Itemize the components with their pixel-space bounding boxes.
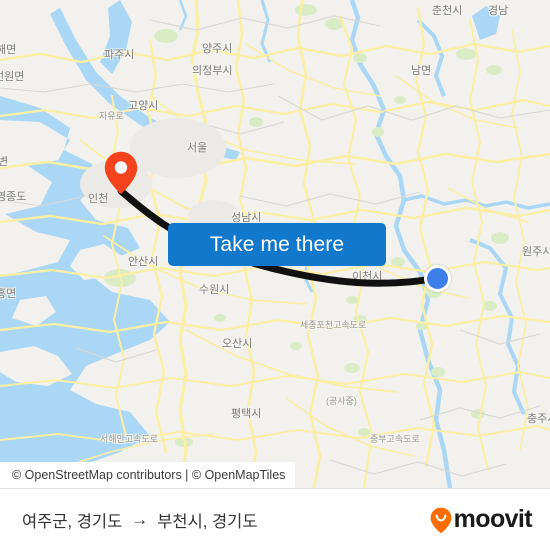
map-canvas[interactable]: 춘천시경남해면파주시양주시선원면의정부시남면고양시자유로서울변인천영종도성남시안… [0, 0, 550, 488]
route-summary: 여주군, 경기도 → 부천시, 경기도 [22, 508, 258, 532]
route-destination-label: 부천시, 경기도 [157, 512, 258, 531]
take-me-there-button[interactable]: Take me there [168, 223, 386, 266]
arrow-right-icon: → [131, 510, 149, 529]
map-attribution[interactable]: © OpenStreetMap contributors | © OpenMap… [0, 462, 296, 488]
moovit-pin-icon [430, 507, 452, 533]
origin-location-pin-icon[interactable] [104, 151, 138, 195]
moovit-logo[interactable]: moovit [430, 505, 533, 533]
footer-bar: 여주군, 경기도 → 부천시, 경기도 moovit [0, 488, 550, 550]
route-origin-label: 여주군, 경기도 [22, 512, 123, 531]
moovit-map-screenshot: 춘천시경남해면파주시양주시선원면의정부시남면고양시자유로서울변인천영종도성남시안… [0, 0, 550, 550]
destination-location-dot[interactable] [424, 265, 451, 292]
moovit-wordmark: moovit [453, 505, 533, 533]
